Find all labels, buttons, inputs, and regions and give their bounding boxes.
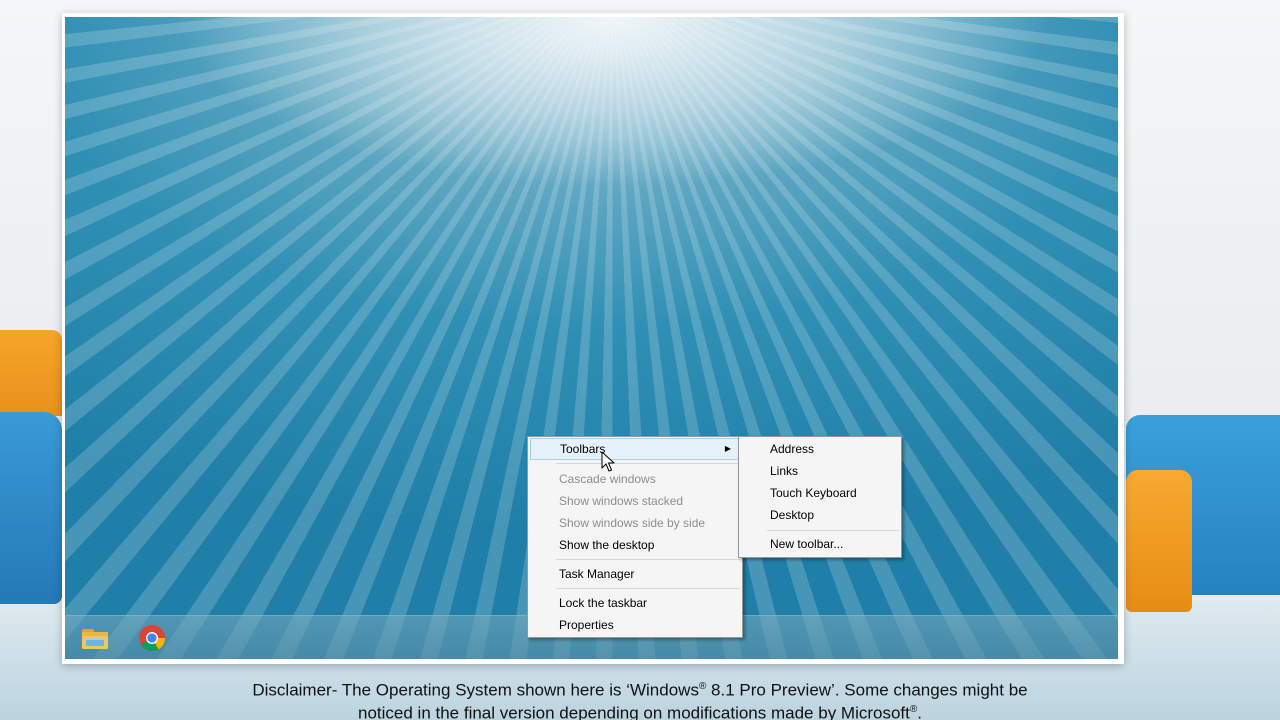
disclaimer-caption: Disclaimer- The Operating System shown h… bbox=[0, 677, 1280, 720]
submenu-item-label: Address bbox=[770, 442, 815, 456]
menu-item-label: Task Manager bbox=[559, 567, 635, 581]
disclaimer-line-1: Disclaimer- The Operating System shown h… bbox=[0, 677, 1280, 700]
toolbars-submenu: Address Links Touch Keyboard Desktop New… bbox=[738, 436, 902, 558]
disclaimer-text: Disclaimer- The Operating System shown h… bbox=[252, 680, 699, 700]
menu-item-properties[interactable]: Properties bbox=[530, 614, 740, 636]
submenu-item-label: New toolbar... bbox=[770, 537, 844, 551]
submenu-item-label: Desktop bbox=[770, 508, 815, 522]
taskbar-context-menu: Toolbars ▶ Cascade windows Show windows … bbox=[527, 436, 743, 638]
submenu-item-touch-keyboard[interactable]: Touch Keyboard bbox=[741, 482, 899, 504]
taskbar-chrome-button[interactable] bbox=[132, 621, 172, 655]
menu-item-label: Show windows stacked bbox=[559, 494, 684, 508]
menu-item-show-the-desktop[interactable]: Show the desktop bbox=[530, 534, 740, 556]
menu-item-label: Toolbars bbox=[560, 442, 606, 456]
submenu-item-label: Links bbox=[770, 464, 799, 478]
chrome-icon bbox=[139, 624, 166, 652]
submenu-item-label: Touch Keyboard bbox=[770, 486, 857, 500]
disclaimer-line-2: noticed in the final version depending o… bbox=[0, 700, 1280, 720]
menu-item-show-windows-side-by-side[interactable]: Show windows side by side bbox=[530, 512, 740, 534]
menu-item-lock-the-taskbar[interactable]: Lock the taskbar bbox=[530, 592, 740, 614]
submenu-item-links[interactable]: Links bbox=[741, 460, 899, 482]
menu-separator bbox=[556, 463, 740, 464]
submenu-item-new-toolbar[interactable]: New toolbar... bbox=[741, 533, 899, 555]
menu-item-show-windows-stacked[interactable]: Show windows stacked bbox=[530, 490, 740, 512]
sofa-cushion-left bbox=[0, 330, 62, 416]
menu-item-task-manager[interactable]: Task Manager bbox=[530, 563, 740, 585]
disclaimer-text: . bbox=[917, 703, 922, 720]
mouse-cursor-icon bbox=[601, 451, 615, 472]
sofa-left bbox=[0, 412, 62, 604]
submenu-item-address[interactable]: Address bbox=[741, 438, 899, 460]
folder-icon bbox=[82, 629, 108, 649]
menu-separator bbox=[556, 559, 740, 560]
disclaimer-text: 8.1 Pro Preview’. Some changes might be bbox=[706, 680, 1028, 700]
menu-separator bbox=[767, 530, 899, 531]
menu-item-label: Lock the taskbar bbox=[559, 596, 648, 610]
submenu-item-desktop[interactable]: Desktop bbox=[741, 504, 899, 526]
submenu-arrow-icon: ▶ bbox=[724, 444, 731, 453]
menu-item-label: Cascade windows bbox=[559, 472, 656, 486]
menu-item-cascade-windows[interactable]: Cascade windows bbox=[530, 468, 740, 490]
menu-separator bbox=[556, 588, 740, 589]
sofa-cushion-right bbox=[1126, 470, 1192, 612]
menu-item-toolbars[interactable]: Toolbars ▶ bbox=[530, 438, 740, 460]
taskbar-file-explorer-button[interactable] bbox=[75, 621, 115, 655]
disclaimer-text: noticed in the final version depending o… bbox=[358, 703, 910, 720]
menu-item-label: Show the desktop bbox=[559, 538, 655, 552]
menu-item-label: Properties bbox=[559, 618, 614, 632]
menu-item-label: Show windows side by side bbox=[559, 516, 706, 530]
